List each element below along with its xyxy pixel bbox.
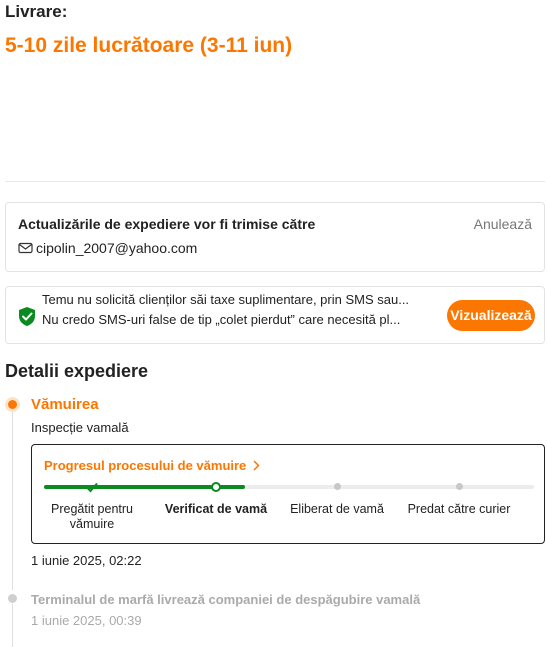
progress-step-node <box>211 482 221 492</box>
progress-step-label: Predat către curier <box>407 502 511 516</box>
timeline-past-dot <box>8 594 17 603</box>
delivery-label: Livrare: <box>5 2 68 21</box>
customs-progress-box: Progresul procesului de vămuire Pregătit… <box>31 444 545 544</box>
security-notice-card: Temu nu solicită clienților săi taxe sup… <box>5 286 545 344</box>
cancel-link[interactable]: Anulează <box>474 216 532 232</box>
security-notice-line-2: Nu credo SMS-uri false de tip „colet pie… <box>42 312 401 327</box>
progress-step-node <box>455 483 463 490</box>
security-notice-text: Temu nu solicită clienților săi taxe sup… <box>42 290 434 330</box>
chevron-right-icon <box>253 460 260 471</box>
security-notice-line-1: Temu nu solicită clienților săi taxe sup… <box>42 292 410 307</box>
customs-progress-link[interactable]: Progresul procesului de vămuire <box>44 458 260 473</box>
timeline-active-dot <box>8 400 17 409</box>
notification-email: cipolin_2007@yahoo.com <box>36 240 198 256</box>
event-time: 1 iunie 2025, 02:22 <box>31 553 142 568</box>
event-time: 1 iunie 2025, 00:39 <box>31 613 142 628</box>
notification-email-row: cipolin_2007@yahoo.com <box>18 240 197 256</box>
divider <box>5 181 545 182</box>
event-title-terminal: Terminalul de marfă livrează companiei d… <box>31 592 421 607</box>
customs-progress-title: Progresul procesului de vămuire <box>44 458 247 473</box>
progress-step-label: Pregătit pentru vămuire <box>51 502 133 531</box>
view-button[interactable]: Vizualizează <box>447 300 535 331</box>
mail-icon <box>18 242 33 254</box>
progress-step-node <box>333 483 341 490</box>
delivery-time-estimate: 5-10 zile lucrătoare (3-11 iun) <box>5 34 293 57</box>
check-icon <box>86 482 98 493</box>
progress-step-label: Verificat de vamă <box>164 502 268 516</box>
notification-title: Actualizările de expediere vor fi trimis… <box>18 216 316 232</box>
timeline-line <box>12 604 13 647</box>
progress-step-label: Eliberat de vamă <box>290 502 384 516</box>
event-title-customs: Vămuirea <box>31 396 99 413</box>
shield-check-icon <box>19 307 35 326</box>
event-description: Inspecție vamală <box>31 420 129 435</box>
shipping-details-title: Detalii expediere <box>5 361 149 381</box>
notification-card: Actualizările de expediere vor fi trimis… <box>5 202 545 272</box>
timeline-line <box>12 410 13 590</box>
